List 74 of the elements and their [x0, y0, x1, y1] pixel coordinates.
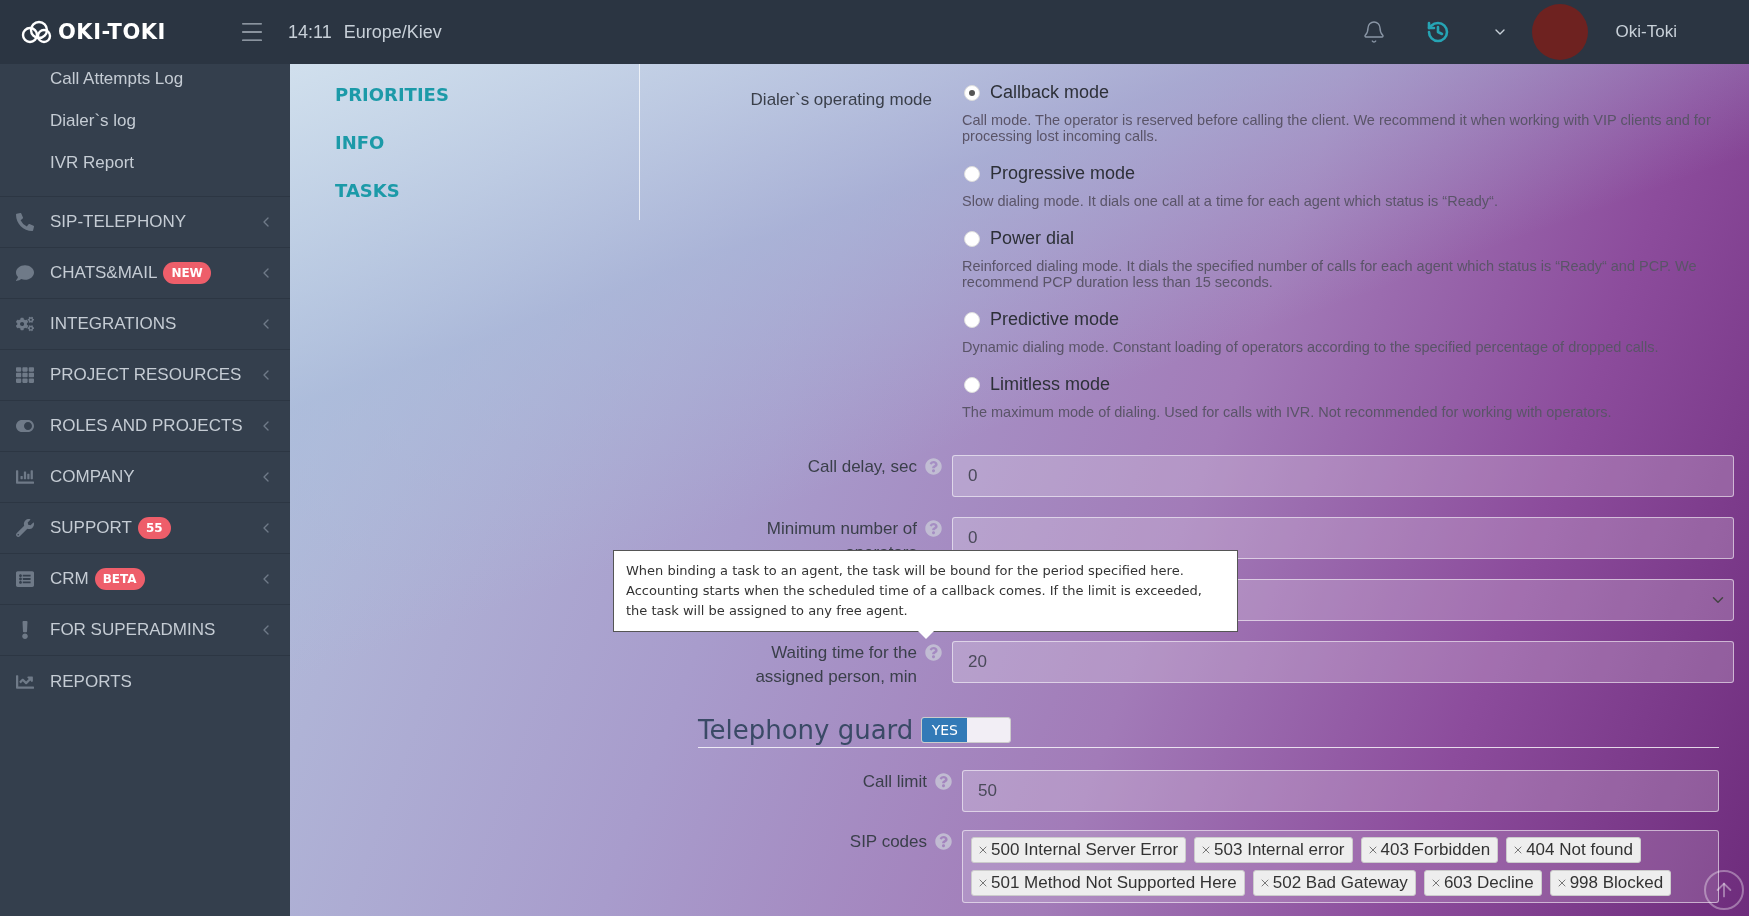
sidebar-item[interactable]: SUPPORT 55: [0, 503, 290, 554]
input-field[interactable]: 0: [952, 455, 1734, 497]
history-icon: [1425, 20, 1450, 44]
sidebar-subitem[interactable]: IVR Report: [0, 142, 290, 184]
user-name[interactable]: Oki-Toki: [1615, 22, 1677, 42]
sidebar-item-label: PROJECT RESOURCES: [50, 365, 242, 385]
sip-code-tag: 403 Forbidden: [1360, 837, 1499, 863]
badge: 55: [137, 517, 171, 539]
timezone: Europe/Kiev: [343, 21, 442, 43]
sidebar-item-label: ROLES AND PROJECTS: [50, 416, 243, 436]
scroll-top-button[interactable]: [1704, 870, 1744, 910]
badge: NEW: [163, 262, 211, 284]
sip-code-tag: 503 Internal error: [1194, 837, 1353, 863]
option-description: Slow dialing mode. It dials one call at a time for each agent which status is “Ready“.: [962, 193, 1499, 209]
sidebar-item-label: INTEGRATIONS: [50, 314, 177, 334]
sip-code-tag: 501 Method Not Supported Here: [971, 870, 1245, 896]
notifications-button[interactable]: [1361, 20, 1386, 44]
radio-button[interactable]: [964, 165, 980, 182]
sip-code-tag: 502 Bad Gateway: [1252, 870, 1416, 896]
sidebar-item-label: COMPANY: [50, 467, 135, 487]
remove-icon[interactable]: [977, 877, 989, 889]
sidebar-item[interactable]: PROJECT RESOURCES: [0, 350, 290, 401]
sidebar-item[interactable]: CRM BETA: [0, 554, 290, 605]
section-heading: Telephony guard: [698, 715, 914, 745]
radio-option[interactable]: Power dial: [962, 228, 1734, 249]
radio-button[interactable]: [964, 84, 980, 101]
input-field[interactable]: 20: [952, 641, 1734, 683]
remove-icon[interactable]: [977, 844, 989, 856]
history-button[interactable]: [1425, 20, 1450, 44]
sidebar-subitem[interactable]: Call Attempts Log: [0, 58, 290, 100]
brand-name: OKI-TOKI: [58, 20, 166, 44]
line-chart-icon: [16, 672, 34, 691]
bar-chart-icon: [16, 468, 34, 486]
option-description: Call mode. The operator is reserved before calling the client. We recommend it when working with VIP clients and for processing lost incoming calls.: [962, 112, 1712, 144]
sidebar-item-label: FOR SUPERADMINS: [50, 620, 216, 640]
toggle-switch[interactable]: YES: [921, 717, 1012, 743]
sidebar-item[interactable]: REPORTS: [0, 656, 290, 707]
field-label: Dialer`s operating mode: [750, 90, 933, 110]
sip-code-tag: 500 Internal Server Error: [971, 837, 1187, 863]
sidebar-item-label: SUPPORT: [50, 518, 132, 538]
radio-button[interactable]: [964, 376, 980, 393]
sidebar-item-label: REPORTS: [50, 671, 132, 692]
field-label: Waiting time for the assigned person, min: [754, 642, 917, 688]
sip-code-tag: 603 Decline: [1423, 870, 1542, 896]
sip-code-tag: 404 Not found: [1506, 837, 1641, 863]
field-label: Call limit: [862, 771, 927, 793]
speech-bubble-icon: [16, 264, 34, 282]
radio-button[interactable]: [964, 311, 980, 328]
badge: BETA: [94, 568, 145, 590]
clock-time: 14:11: [288, 21, 332, 43]
sidebar-item-label: CHATS&MAIL: [50, 263, 158, 283]
bell-icon: [1361, 20, 1386, 44]
field-label: Call delay, sec: [807, 456, 917, 478]
radio-button[interactable]: [964, 230, 980, 247]
tooltip-text: When binding a task to an agent, the task will be bound for the period specified here. Accounting starts when the scheduled time of a callback comes. If the limit is exceeded, the task will be assigned to any free agent.: [626, 562, 1203, 620]
list-icon: [16, 570, 34, 588]
grid-icon: [16, 366, 34, 384]
cloud-logo-icon: [20, 20, 52, 44]
radio-option[interactable]: Progressive mode: [962, 163, 1734, 184]
sip-code-tag: 998 Blocked: [1549, 870, 1672, 896]
field-label: SIP codes: [849, 831, 927, 853]
gears-icon: [16, 315, 34, 333]
radio-option[interactable]: Predictive mode: [962, 309, 1734, 330]
sidebar-item-label: CRM: [50, 569, 89, 589]
radio-option[interactable]: Limitless mode: [962, 374, 1734, 395]
input-field[interactable]: 50: [962, 770, 1719, 812]
sidebar-subitem[interactable]: Dialer`s log: [0, 100, 290, 142]
toggle-icon: [16, 417, 34, 435]
sidebar-item[interactable]: CHATS&MAIL NEW: [0, 248, 290, 299]
wrench-icon: [16, 519, 34, 537]
tags-field[interactable]: 500 Internal Server Error 503 Internal error 403 Forbidden 404 Not found 501 Method Not Supported Here 502 Bad Gateway 603 Decline 998 Blocked: [962, 830, 1719, 903]
sidebar-item-label: SIP-TELEPHONY: [50, 212, 187, 232]
radio-option[interactable]: Callback mode: [962, 82, 1734, 103]
phone-icon: [16, 213, 34, 231]
